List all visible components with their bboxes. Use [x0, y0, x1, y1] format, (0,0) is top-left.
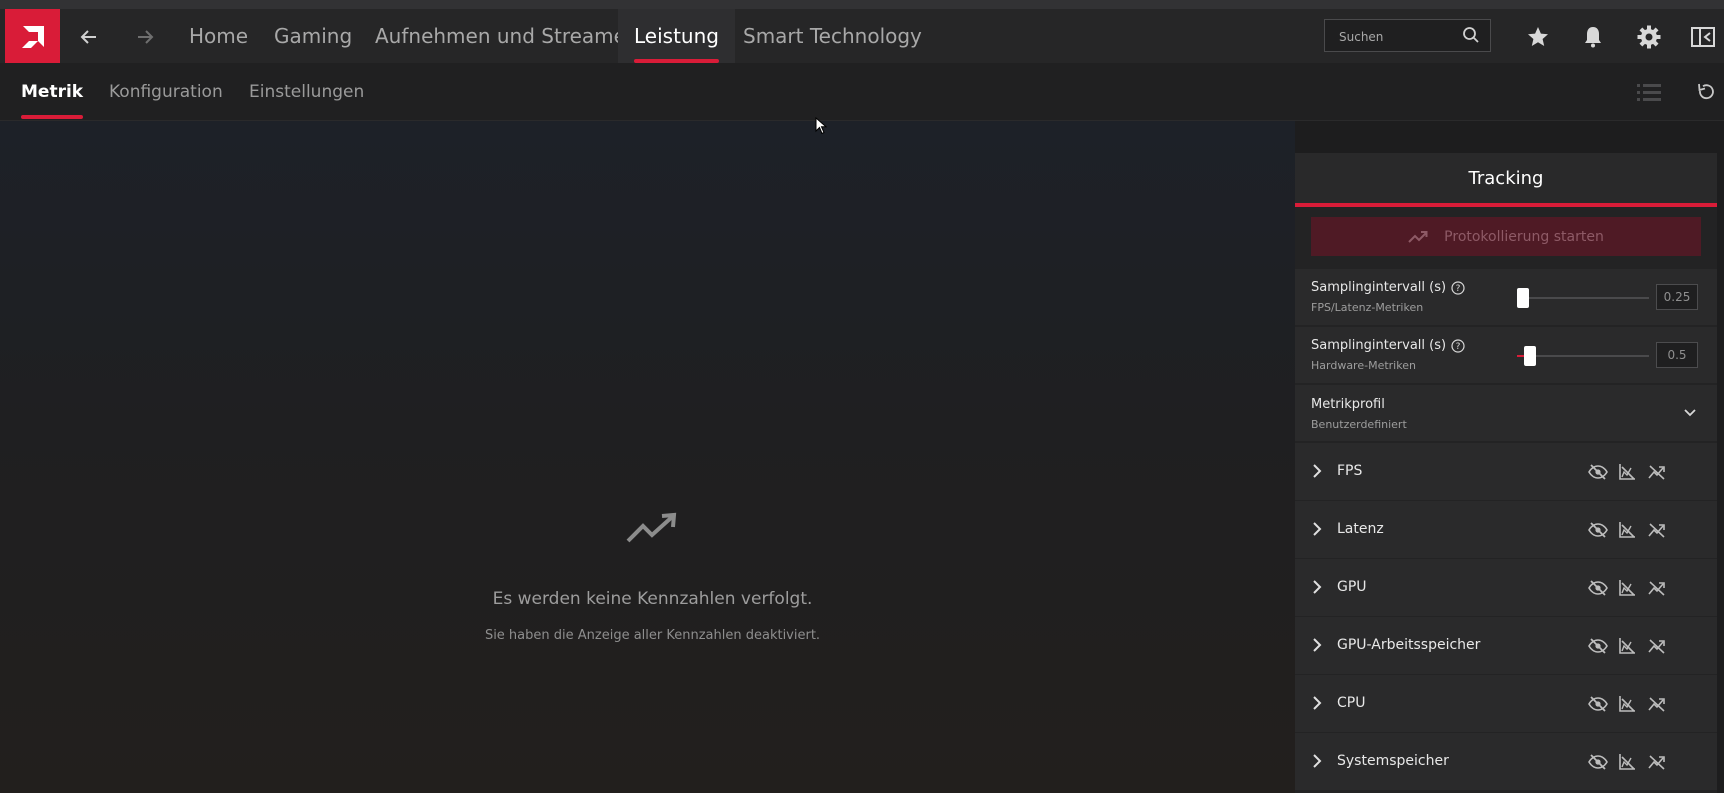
sampling-interval-fps-row: Samplingintervall (s)? FPS/Latenz-Metrik…	[1295, 269, 1717, 325]
sampling-interval-fps-subtitle: FPS/Latenz-Metriken	[1311, 301, 1424, 314]
tracking-title: Tracking	[1295, 153, 1717, 203]
tab-smart-technology[interactable]: Smart Technology	[743, 9, 922, 63]
slider-thumb[interactable]	[1517, 288, 1529, 308]
eye-off-icon[interactable]	[1587, 693, 1609, 715]
trend-off-icon[interactable]	[1646, 693, 1668, 715]
start-logging-label: Protokollierung starten	[1444, 228, 1604, 245]
search-input[interactable]	[1337, 26, 1456, 48]
help-icon[interactable]: ?	[1451, 338, 1465, 353]
metric-row-latenz[interactable]: Latenz	[1295, 501, 1717, 558]
trend-off-icon[interactable]	[1646, 461, 1668, 483]
subtab-metrik[interactable]: Metrik	[21, 63, 84, 120]
sidebar-panel-icon[interactable]	[1688, 22, 1718, 52]
search-icon[interactable]	[1462, 26, 1480, 48]
metrics-main-area: Es werden keine Kennzahlen verfolgt. Sie…	[0, 121, 1295, 793]
metric-row-gpu[interactable]: GPU	[1295, 559, 1717, 616]
chart-off-icon[interactable]	[1616, 751, 1638, 773]
tab-leistung-label: Leistung	[634, 24, 719, 48]
subtab-konfiguration[interactable]: Konfiguration	[109, 63, 223, 120]
chart-off-icon[interactable]	[1616, 635, 1638, 657]
gear-icon[interactable]	[1634, 22, 1664, 52]
sampling-interval-fps-slider[interactable]	[1517, 288, 1649, 308]
trend-up-icon	[626, 511, 680, 551]
sampling-interval-hardware-title-text: Samplingintervall (s)	[1311, 338, 1447, 353]
search-box	[1324, 19, 1491, 52]
metric-row-fps[interactable]: FPS	[1295, 443, 1717, 500]
forward-arrow-icon[interactable]	[131, 23, 159, 51]
chart-off-icon[interactable]	[1616, 577, 1638, 599]
tab-home[interactable]: Home	[189, 9, 248, 63]
chart-off-icon[interactable]	[1616, 519, 1638, 541]
metric-label: FPS	[1337, 463, 1363, 479]
mouse-cursor	[815, 116, 828, 139]
amd-logo[interactable]	[5, 9, 60, 64]
svg-text:?: ?	[1456, 284, 1461, 294]
back-arrow-icon[interactable]	[75, 23, 103, 51]
tab-aufnehmen-und-streamen[interactable]: Aufnehmen und Streamen	[375, 9, 639, 63]
metric-profile-subtitle: Benutzerdefiniert	[1311, 418, 1407, 431]
help-icon[interactable]: ?	[1451, 280, 1465, 295]
empty-state-title: Es werden keine Kennzahlen verfolgt.	[492, 589, 813, 609]
subtab-einstellungen[interactable]: Einstellungen	[249, 63, 364, 120]
metric-row-cpu[interactable]: CPU	[1295, 675, 1717, 732]
star-icon[interactable]	[1523, 22, 1553, 52]
chevron-right-icon[interactable]	[1310, 521, 1324, 541]
tab-leistung[interactable]: Leistung	[618, 9, 735, 63]
reset-icon[interactable]	[1696, 82, 1716, 106]
trend-off-icon[interactable]	[1646, 577, 1668, 599]
sampling-interval-fps-title: Samplingintervall (s)?	[1311, 280, 1465, 295]
tracking-panel: Tracking Protokollierung starten Samplin…	[1295, 153, 1717, 793]
sampling-interval-hardware-title: Samplingintervall (s)?	[1311, 338, 1465, 353]
sub-navigation-bar: Metrik Konfiguration Einstellungen	[0, 63, 1724, 121]
trend-up-icon	[1408, 230, 1428, 244]
tracking-accent-bar	[1295, 203, 1717, 207]
list-view-icon[interactable]	[1637, 82, 1661, 106]
eye-off-icon[interactable]	[1587, 519, 1609, 541]
chevron-right-icon[interactable]	[1310, 695, 1324, 715]
chevron-right-icon[interactable]	[1310, 463, 1324, 483]
sampling-interval-hardware-subtitle: Hardware-Metriken	[1311, 359, 1416, 372]
chart-off-icon[interactable]	[1616, 461, 1638, 483]
tab-gaming[interactable]: Gaming	[274, 9, 352, 63]
start-logging-button[interactable]: Protokollierung starten	[1311, 217, 1701, 256]
chevron-right-icon[interactable]	[1310, 579, 1324, 599]
metric-profile-title: Metrikprofil	[1311, 397, 1385, 412]
sampling-interval-hardware-value[interactable]: 0.5	[1656, 342, 1698, 368]
sampling-interval-fps-title-text: Samplingintervall (s)	[1311, 280, 1447, 295]
top-navigation-bar: Home Gaming Aufnehmen und Streamen Leist…	[0, 9, 1724, 64]
metric-row-systemspeicher[interactable]: Systemspeicher	[1295, 733, 1717, 790]
metric-label: CPU	[1337, 695, 1366, 711]
bell-icon[interactable]	[1578, 22, 1608, 52]
sampling-interval-hardware-slider[interactable]	[1517, 346, 1649, 366]
slider-thumb[interactable]	[1524, 346, 1536, 366]
chevron-right-icon[interactable]	[1310, 753, 1324, 773]
trend-off-icon[interactable]	[1646, 635, 1668, 657]
trend-off-icon[interactable]	[1646, 519, 1668, 541]
eye-off-icon[interactable]	[1587, 461, 1609, 483]
metric-label: GPU-Arbeitsspeicher	[1337, 637, 1481, 653]
sampling-interval-fps-value[interactable]: 0.25	[1656, 284, 1698, 310]
metric-profile-row[interactable]: Metrikprofil Benutzerdefiniert	[1295, 385, 1717, 441]
metric-label: Latenz	[1337, 521, 1384, 537]
chevron-down-icon[interactable]	[1682, 405, 1698, 421]
metric-label: GPU	[1337, 579, 1367, 595]
eye-off-icon[interactable]	[1587, 635, 1609, 657]
trend-off-icon[interactable]	[1646, 751, 1668, 773]
eye-off-icon[interactable]	[1587, 577, 1609, 599]
empty-state-subtitle: Sie haben die Anzeige aller Kennzahlen d…	[484, 628, 821, 643]
metric-label: Systemspeicher	[1337, 753, 1449, 769]
svg-text:?: ?	[1456, 342, 1461, 352]
sampling-interval-hardware-row: Samplingintervall (s)? Hardware-Metriken…	[1295, 327, 1717, 383]
metric-row-gpu-arbeitsspeicher[interactable]: GPU-Arbeitsspeicher	[1295, 617, 1717, 674]
chart-off-icon[interactable]	[1616, 693, 1638, 715]
window-top-strip	[0, 0, 1724, 9]
chevron-right-icon[interactable]	[1310, 637, 1324, 657]
eye-off-icon[interactable]	[1587, 751, 1609, 773]
